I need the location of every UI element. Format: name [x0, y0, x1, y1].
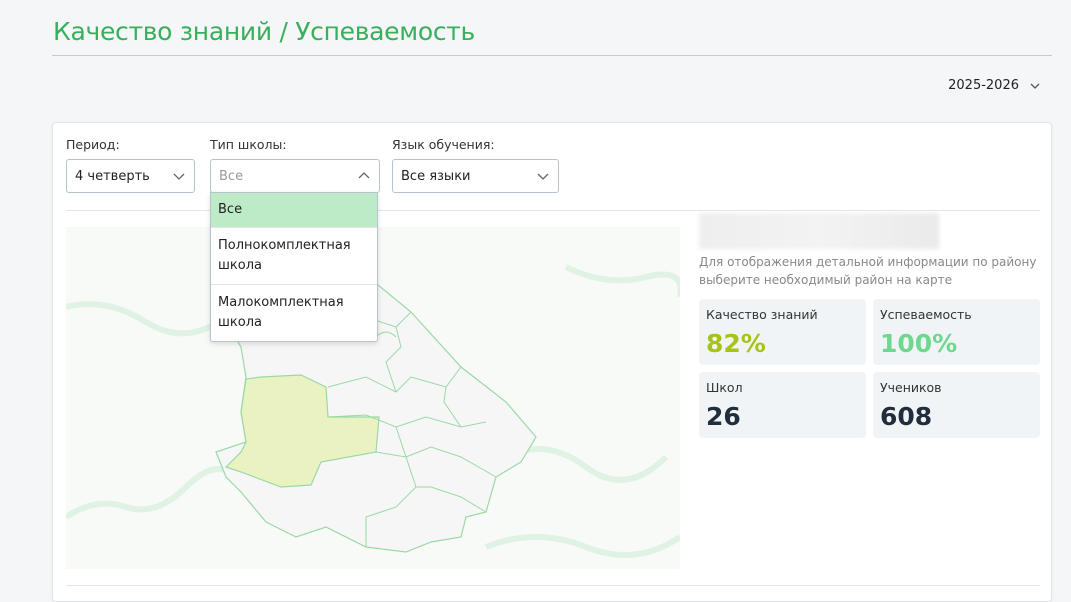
chevron-down-icon [173, 173, 185, 180]
school-type-select[interactable]: Все [210, 159, 380, 193]
dropdown-option-all[interactable]: Все [211, 193, 377, 228]
year-select[interactable]: 2025-2026 [948, 78, 1041, 93]
period-value: 4 четверть [75, 168, 150, 184]
period-select[interactable]: 4 четверть [66, 159, 195, 193]
stat-card-performance: Успеваемость 100% [873, 299, 1040, 365]
stat-label: Школ [706, 380, 743, 395]
year-value: 2025-2026 [948, 78, 1019, 93]
stat-card-schools: Школ 26 [699, 372, 866, 438]
language-filter: Язык обучения: Все языки [392, 137, 559, 193]
stat-label: Учеников [880, 380, 942, 395]
chevron-up-icon [358, 172, 370, 179]
school-type-dropdown: Все Полнокомплектная школа Малокомплектн… [210, 192, 378, 342]
stats-grid: Качество знаний 82% Успеваемость 100% Шк… [699, 299, 1041, 438]
stat-card-students: Учеников 608 [873, 372, 1040, 438]
map-hint: Для отображения детальной информации по … [699, 255, 1037, 287]
language-value: Все языки [401, 168, 471, 184]
stat-value: 82% [706, 329, 766, 358]
info-panel: Для отображения детальной информации по … [699, 213, 1041, 438]
title-divider [52, 55, 1052, 56]
school-type-label: Тип школы: [210, 137, 287, 152]
stat-value: 608 [880, 402, 933, 431]
school-type-placeholder: Все [219, 168, 244, 184]
stat-label: Успеваемость [880, 307, 972, 322]
school-type-filter: Тип школы: Все [210, 137, 380, 193]
stat-label: Качество знаний [706, 307, 818, 322]
filters-card: Период: 4 четверть Тип школы: Все Язык о… [52, 122, 1052, 602]
dropdown-option-full[interactable]: Полнокомплектная школа [211, 228, 377, 285]
stat-card-quality: Качество знаний 82% [699, 299, 866, 365]
stat-value: 100% [880, 329, 958, 358]
bottom-divider [66, 585, 1040, 586]
page-title: Качество знаний / Успеваемость [53, 17, 475, 46]
language-label: Язык обучения: [392, 137, 495, 152]
chevron-down-icon [1030, 83, 1040, 89]
chevron-down-icon [537, 173, 549, 180]
stat-value: 26 [706, 402, 741, 431]
dropdown-option-small[interactable]: Малокомплектная школа [211, 285, 377, 341]
period-label: Период: [66, 137, 120, 152]
language-select[interactable]: Все языки [392, 159, 559, 193]
period-filter: Период: 4 четверть [66, 137, 195, 193]
region-title-redacted [699, 213, 939, 249]
